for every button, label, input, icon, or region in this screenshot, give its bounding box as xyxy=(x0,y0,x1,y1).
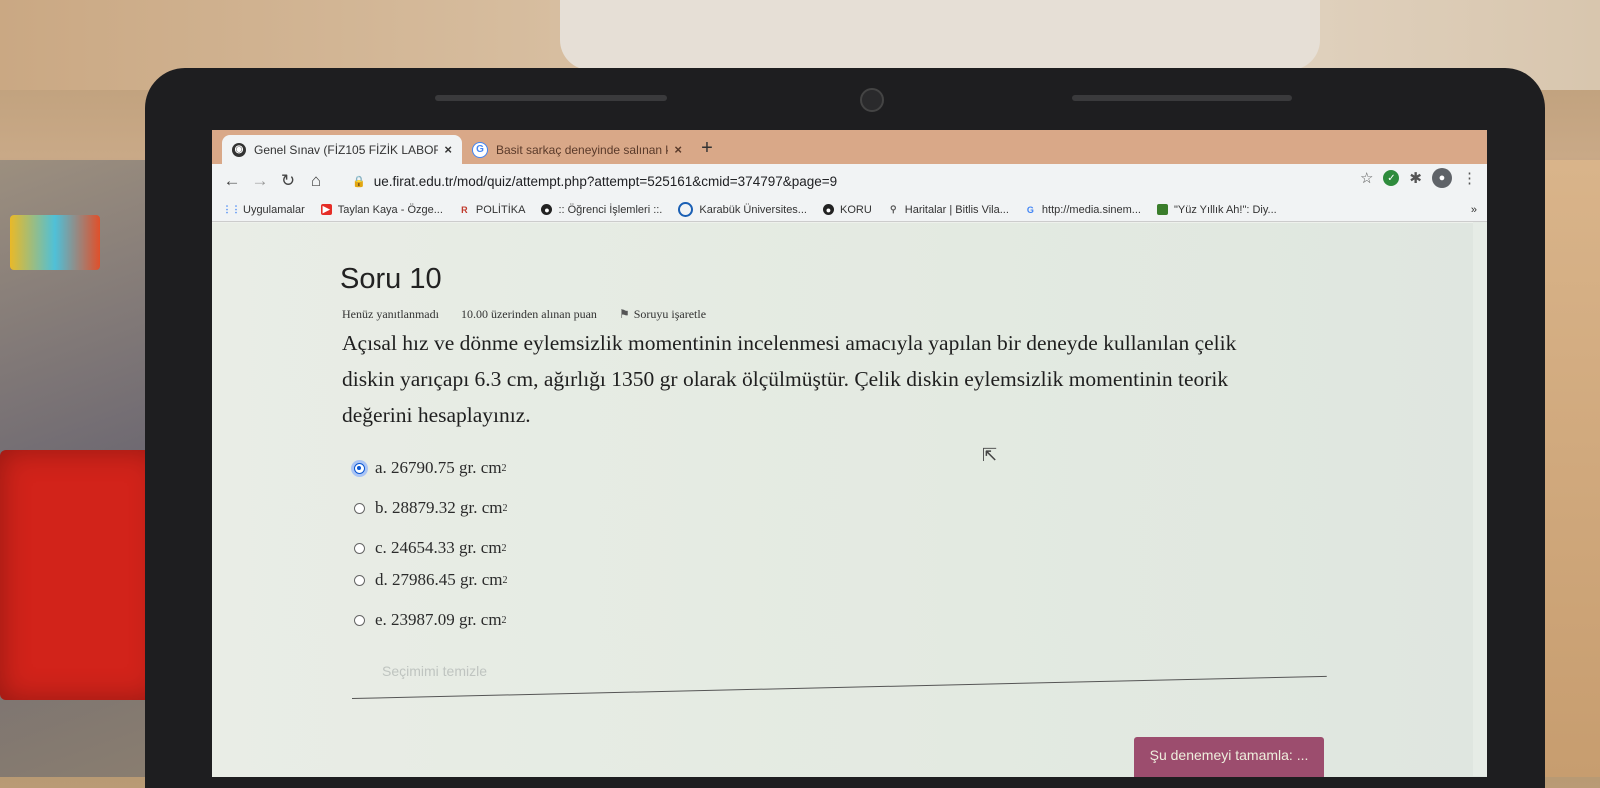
reload-icon[interactable]: ↻ xyxy=(274,167,302,195)
question-points: 10.00 üzerinden alınan puan xyxy=(460,307,597,321)
answer-option-e[interactable]: e. 23987.09 gr. cm 2 xyxy=(354,610,507,630)
home-icon[interactable]: ⌂ xyxy=(302,167,330,195)
bookmark-taylan[interactable]: ▶ Taylan Kaya - Özge... xyxy=(320,203,443,216)
toolbar-actions: ☆ ✓ ✱ ● ⋮ xyxy=(1360,168,1477,188)
apps-grid-icon: ⋮⋮ xyxy=(222,204,241,214)
exponent: 2 xyxy=(502,574,508,586)
bookmark-koru[interactable]: ● KORU xyxy=(822,203,872,216)
more-bookmarks-label: » xyxy=(1470,203,1477,216)
bookmark-apps[interactable]: ⋮⋮ Uygulamalar xyxy=(222,203,305,216)
puzzle-icon[interactable]: ✱ xyxy=(1409,169,1422,187)
radio-button[interactable] xyxy=(354,502,365,514)
bookmark-label: POLİTİKA xyxy=(475,203,526,216)
bookmark-ogrenci[interactable]: ● :: Öğrenci İşlemleri ::. xyxy=(541,204,662,216)
exponent: 2 xyxy=(501,614,507,626)
answer-label: e. 23987.09 gr. cm xyxy=(375,610,502,629)
google-icon: G xyxy=(472,141,488,158)
forward-arrow-icon[interactable]: → xyxy=(246,167,274,195)
flag-label: Soruyu işaretle xyxy=(633,307,707,321)
bookmark-label: KORU xyxy=(839,203,872,216)
site-icon: ● xyxy=(541,204,553,215)
answer-label: c. 24654.33 gr. cm xyxy=(375,538,502,557)
bookmark-karabuk[interactable]: Karabük Üniversites... xyxy=(678,202,807,217)
bookmarks-bar: ⋮⋮ Uygulamalar ▶ Taylan Kaya - Özge... R… xyxy=(212,198,1487,222)
bookmark-politika[interactable]: R POLİTİKA xyxy=(459,203,526,216)
mouse-cursor-icon: ⇱ xyxy=(982,445,998,465)
browser-toolbar: ← → ↻ ⌂ 🔒 ue.firat.edu.tr/mod/quiz/attem… xyxy=(212,164,1487,198)
tab-quiz[interactable]: ◉ Genel Sınav (FİZ105 FİZİK LABOR... × xyxy=(222,135,462,164)
bookmark-label: "Yüz Yıllık Ah!": Diy... xyxy=(1173,203,1277,216)
bezel-strip-left xyxy=(435,95,667,101)
scrollbar[interactable] xyxy=(1473,222,1487,776)
radio-button[interactable] xyxy=(354,614,365,626)
star-icon[interactable]: ☆ xyxy=(1360,169,1373,187)
flag-icon: ⚑ xyxy=(618,307,630,321)
bezel-strip-right xyxy=(1072,95,1292,101)
webcam xyxy=(860,88,884,112)
url-text: ue.firat.edu.tr/mod/quiz/attempt.php?att… xyxy=(373,173,838,189)
site-icon xyxy=(678,202,694,217)
site-icon: ● xyxy=(822,204,834,215)
profile-avatar[interactable]: ● xyxy=(1432,168,1452,188)
question-status: Henüz yanıtlanmadı xyxy=(342,307,439,321)
menu-dots-icon[interactable]: ⋮ xyxy=(1462,169,1477,187)
laptop-screen: ◉ Genel Sınav (FİZ105 FİZİK LABOR... × G… xyxy=(212,130,1487,777)
background-toy-blocks xyxy=(10,215,100,270)
question-heading: Soru 10 xyxy=(340,263,442,295)
bookmark-haritalar[interactable]: ⚲ Haritalar | Bitlis Vila... xyxy=(888,204,1009,216)
bookmark-label: Karabük Üniversites... xyxy=(699,203,807,216)
maps-icon: ⚲ xyxy=(889,204,897,214)
tab-title: Basit sarkaç deneyinde salınan k... xyxy=(496,142,669,157)
question-text: Açısal hız ve dönme eylemsizlik momentin… xyxy=(342,331,1237,427)
r-logo-icon: R xyxy=(461,204,468,215)
bookmark-yuzyillik[interactable]: "Yüz Yıllık Ah!": Diy... xyxy=(1156,203,1277,216)
exponent: 2 xyxy=(501,542,507,554)
bookmark-label: Uygulamalar xyxy=(243,203,305,216)
radio-button-selected[interactable] xyxy=(354,462,365,474)
background-red-toy xyxy=(0,450,160,700)
question-info: Henüz yanıtlanmadı 10.00 üzerinden alına… xyxy=(342,307,706,322)
tab-google[interactable]: G Basit sarkaç deneyinde salınan k... × xyxy=(462,135,692,164)
extension-check-icon[interactable]: ✓ xyxy=(1383,170,1400,186)
lock-icon: 🔒 xyxy=(352,175,366,188)
youtube-icon: ▶ xyxy=(320,204,332,215)
exponent: 2 xyxy=(502,502,508,514)
answer-option-c[interactable]: c. 24654.33 gr. cm 2 xyxy=(354,538,507,558)
answer-option-d[interactable]: d. 27986.45 gr. cm 2 xyxy=(354,570,508,590)
back-arrow-icon[interactable]: ← xyxy=(218,167,246,195)
finish-attempt-button[interactable]: Şu denemeyi tamamla: ... xyxy=(1134,737,1324,777)
answer-label: b. 28879.32 gr. cm xyxy=(375,498,503,517)
close-icon[interactable]: × xyxy=(674,142,682,157)
clear-choice-link[interactable]: Seçimimi temizle xyxy=(382,663,487,679)
background-sofa xyxy=(560,0,1320,70)
flag-question[interactable]: ⚑ Soruyu işaretle xyxy=(619,307,706,322)
google-icon: G xyxy=(1026,204,1034,215)
tab-title: Genel Sınav (FİZ105 FİZİK LABOR... xyxy=(254,142,439,157)
radio-button[interactable] xyxy=(354,574,365,586)
answer-option-b[interactable]: b. 28879.32 gr. cm 2 xyxy=(354,498,508,518)
bookmark-icon xyxy=(1156,204,1168,215)
bookmark-label: Taylan Kaya - Özge... xyxy=(337,203,443,216)
new-tab-button[interactable]: + xyxy=(694,135,720,161)
bookmark-label: :: Öğrenci İşlemleri ::. xyxy=(558,203,663,216)
tab-bar: ◉ Genel Sınav (FİZ105 FİZİK LABOR... × G… xyxy=(212,130,1487,164)
divider xyxy=(351,675,1327,699)
quiz-page: Soru 10 Henüz yanıtlanmadı 10.00 üzerind… xyxy=(212,223,1487,777)
more-bookmarks[interactable]: » xyxy=(1471,204,1477,216)
answer-label: d. 27986.45 gr. cm xyxy=(375,570,503,589)
answer-label: a. 26790.75 gr. cm xyxy=(375,458,502,477)
address-bar[interactable]: 🔒 ue.firat.edu.tr/mod/quiz/attempt.php?a… xyxy=(342,168,1442,194)
moodle-icon: ◉ xyxy=(232,142,246,157)
radio-button[interactable] xyxy=(354,542,365,554)
close-icon[interactable]: × xyxy=(444,142,452,157)
bookmark-media[interactable]: G http://media.sinem... xyxy=(1025,204,1141,216)
answer-option-a[interactable]: a. 26790.75 gr. cm 2 xyxy=(354,458,507,478)
bookmark-label: http://media.sinem... xyxy=(1041,203,1141,216)
exponent: 2 xyxy=(501,462,507,474)
bookmark-label: Haritalar | Bitlis Vila... xyxy=(904,203,1009,216)
